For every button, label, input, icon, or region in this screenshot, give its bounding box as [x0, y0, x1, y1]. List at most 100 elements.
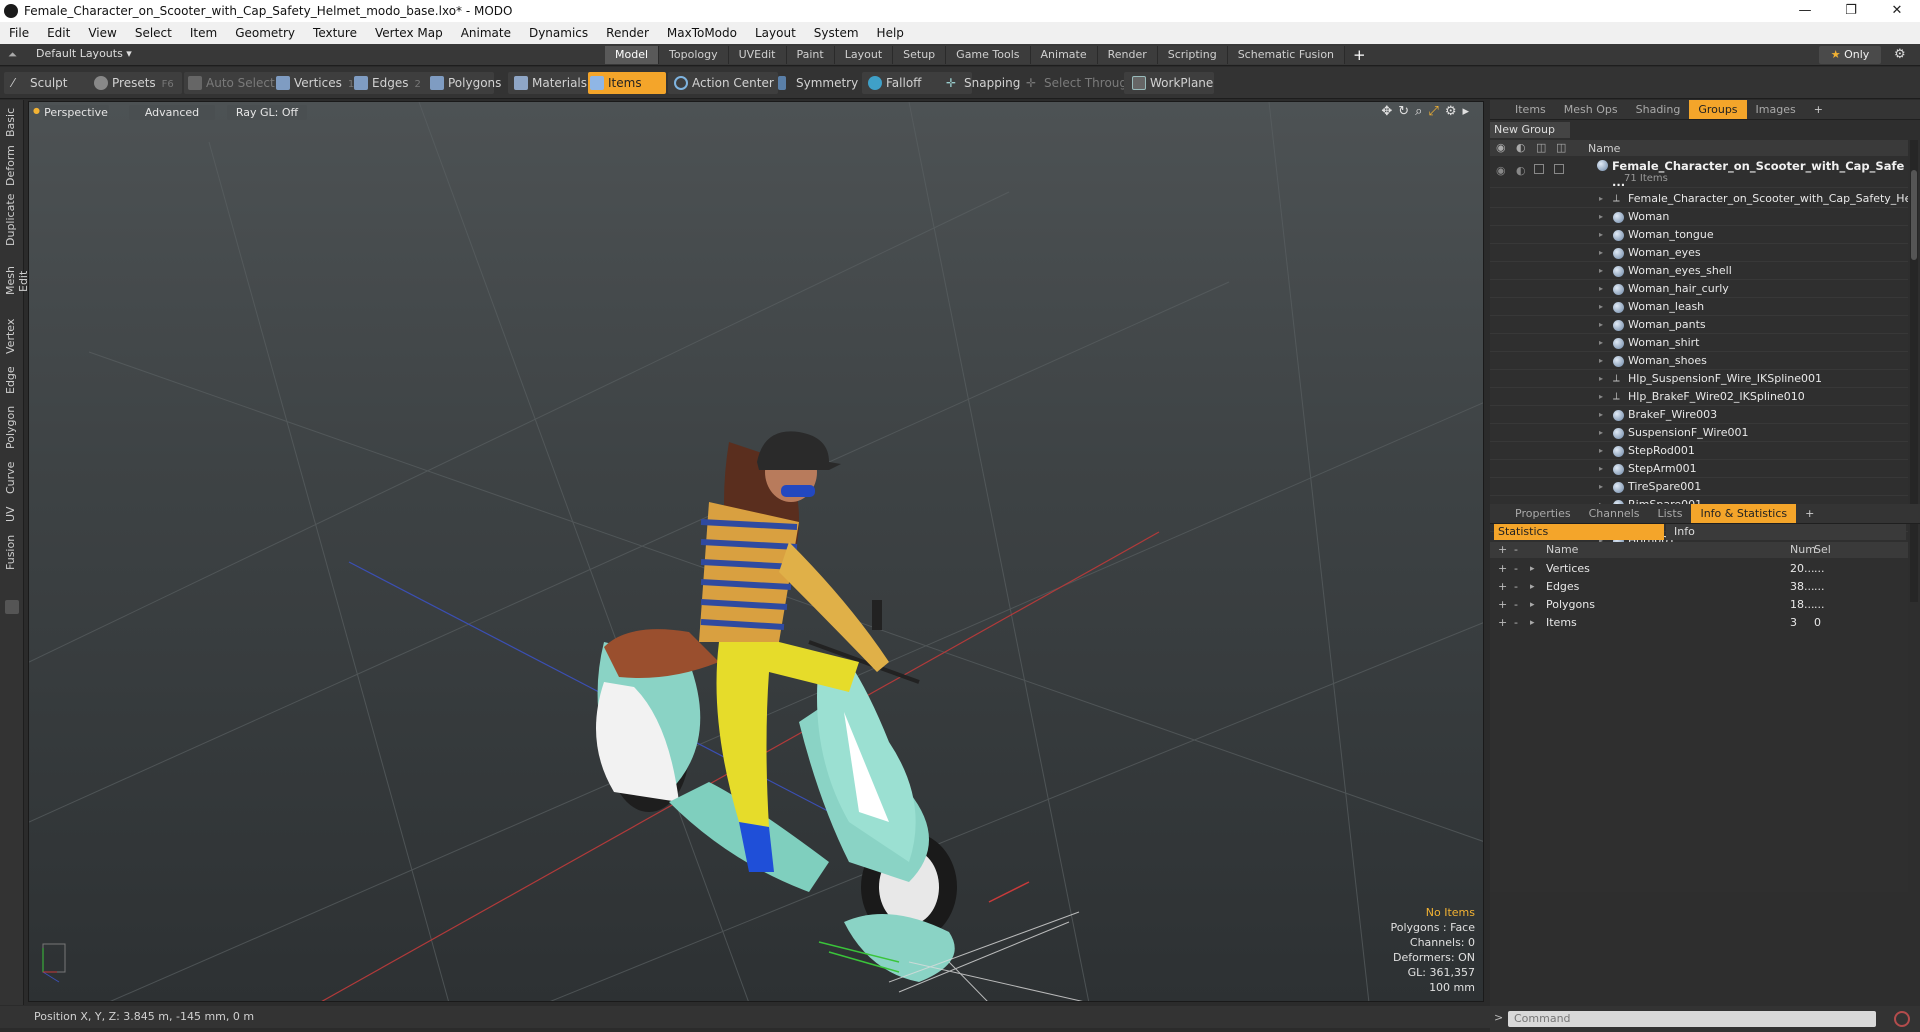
- group-item-row[interactable]: ▸ Woman_shirt: [1490, 334, 1908, 352]
- menu-select[interactable]: Select: [126, 26, 181, 40]
- group-item-row[interactable]: ▸ StepArm001: [1490, 460, 1908, 478]
- select-column-icon[interactable]: ◫: [1556, 141, 1566, 154]
- remove-stat-icon[interactable]: -: [1514, 560, 1518, 578]
- vtab-vertex[interactable]: Vertex: [4, 316, 20, 356]
- raygl-dropdown[interactable]: Ray GL: Off: [227, 105, 307, 120]
- tab-scripting[interactable]: Scripting: [1157, 46, 1228, 64]
- expand-stat-icon[interactable]: ▸: [1530, 614, 1535, 632]
- lock-column-icon[interactable]: ◫: [1536, 141, 1546, 154]
- expand-arrow-icon[interactable]: ▸: [1599, 316, 1603, 334]
- add-tab-icon[interactable]: +: [1345, 46, 1374, 64]
- tab-animate[interactable]: Animate: [1030, 46, 1098, 64]
- tab-shading[interactable]: Shading: [1627, 100, 1690, 119]
- close-button[interactable]: ✕: [1874, 0, 1920, 22]
- new-group-button[interactable]: New Group: [1490, 122, 1570, 138]
- pan-icon[interactable]: ✥: [1381, 104, 1392, 119]
- tab-properties[interactable]: Properties: [1506, 504, 1580, 523]
- expand-arrow-icon[interactable]: ▸: [1599, 226, 1603, 244]
- zoom-icon[interactable]: ⌕: [1415, 104, 1422, 119]
- presets-button[interactable]: Presets F6: [92, 72, 174, 94]
- groups-scrollbar[interactable]: [1910, 140, 1918, 602]
- group-item-row[interactable]: ▸ Woman_leash: [1490, 298, 1908, 316]
- add-bottom-tab-icon[interactable]: +: [1796, 504, 1823, 523]
- expand-arrow-icon[interactable]: ▸: [1599, 352, 1603, 370]
- expand-stat-icon[interactable]: ▸: [1530, 596, 1535, 614]
- symmetry-button[interactable]: Symmetry: [776, 72, 858, 94]
- statistics-row[interactable]: + - ▸ Edges 38......: [1490, 578, 1908, 596]
- layout-up-icon[interactable]: ⏶: [8, 48, 17, 62]
- group-select-icon[interactable]: [1554, 164, 1564, 174]
- group-item-row[interactable]: ▸ BrakeF_Wire003: [1490, 406, 1908, 424]
- group-lock-icon[interactable]: [1534, 164, 1544, 174]
- tab-game-tools[interactable]: Game Tools: [946, 46, 1031, 64]
- tab-info-statistics[interactable]: Info & Statistics: [1691, 504, 1797, 523]
- expand-arrow-icon[interactable]: ▸: [1599, 406, 1603, 424]
- tab-channels[interactable]: Channels: [1580, 504, 1649, 523]
- add-stat-icon[interactable]: +: [1498, 560, 1507, 578]
- 3d-viewport[interactable]: ● Perspective Advanced Ray GL: Off ✥ ↻ ⌕…: [28, 101, 1484, 1002]
- remove-stat-icon[interactable]: -: [1514, 596, 1518, 614]
- vtab-edge[interactable]: Edge: [4, 364, 20, 396]
- auto-select-button[interactable]: Auto Select: [186, 72, 275, 94]
- expand-arrow-icon[interactable]: ▸: [1599, 244, 1603, 262]
- expand-arrow-icon[interactable]: ▸: [1599, 478, 1603, 496]
- expand-stat-icon[interactable]: ▸: [1530, 560, 1535, 578]
- tab-setup[interactable]: Setup: [893, 46, 947, 64]
- vertices-button[interactable]: Vertices 1: [274, 72, 354, 94]
- maximize-button[interactable]: ❐: [1828, 0, 1874, 22]
- menu-dynamics[interactable]: Dynamics: [520, 26, 597, 40]
- tab-model[interactable]: Model: [605, 46, 660, 64]
- expand-arrow-icon[interactable]: ▸: [1599, 370, 1603, 388]
- statistics-row[interactable]: + - ▸ Items 3 0: [1490, 614, 1908, 632]
- remove-stat-icon[interactable]: -: [1514, 614, 1518, 632]
- viewport-menu-icon[interactable]: ●: [33, 106, 40, 115]
- group-row[interactable]: ◉ ◐ Female_Character_on_Scooter_with_Cap…: [1490, 158, 1908, 189]
- expand-arrow-icon[interactable]: ▸: [1599, 262, 1603, 280]
- rotate-icon[interactable]: ↻: [1398, 104, 1409, 119]
- menu-item[interactable]: Item: [181, 26, 226, 40]
- gear-icon[interactable]: ⚙: [1894, 47, 1906, 62]
- group-item-row[interactable]: ▸ Woman_tongue: [1490, 226, 1908, 244]
- name-column-header[interactable]: Name: [1588, 142, 1620, 155]
- edges-button[interactable]: Edges 2: [352, 72, 421, 94]
- vtab-basic[interactable]: Basic: [4, 106, 20, 138]
- action-center-button[interactable]: Action Center: [672, 72, 774, 94]
- expand-arrow-icon[interactable]: ▸: [1599, 424, 1603, 442]
- view-type-dropdown[interactable]: Perspective: [43, 105, 109, 120]
- command-record-icon[interactable]: [1894, 1011, 1910, 1027]
- menu-render[interactable]: Render: [597, 26, 658, 40]
- statistics-tab[interactable]: Statistics: [1494, 524, 1664, 540]
- expand-arrow-icon[interactable]: ▸: [1599, 190, 1603, 208]
- tab-mesh-ops[interactable]: Mesh Ops: [1555, 100, 1627, 119]
- vtab-duplicate[interactable]: Duplicate: [4, 194, 20, 246]
- left-panel-toggle[interactable]: [5, 600, 19, 614]
- tab-lists[interactable]: Lists: [1649, 504, 1692, 523]
- items-button[interactable]: Items: [588, 72, 666, 94]
- tab-render[interactable]: Render: [1097, 46, 1158, 64]
- statistics-row[interactable]: + - ▸ Vertices 20......: [1490, 560, 1908, 578]
- viewport-settings-icon[interactable]: ⚙: [1445, 104, 1457, 119]
- menu-help[interactable]: Help: [868, 26, 913, 40]
- menu-system[interactable]: System: [805, 26, 868, 40]
- group-item-row[interactable]: ▸ SuspensionF_Wire001: [1490, 424, 1908, 442]
- vtab-fusion[interactable]: Fusion: [4, 532, 20, 572]
- snapping-button[interactable]: ✛ Snapping: [944, 72, 1020, 94]
- minimize-button[interactable]: —: [1782, 0, 1828, 22]
- layout-dropdown[interactable]: Default Layouts ▾: [36, 47, 132, 60]
- workplane-button[interactable]: WorkPlane: [1130, 72, 1213, 94]
- menu-layout[interactable]: Layout: [746, 26, 805, 40]
- expand-stat-icon[interactable]: ▸: [1530, 578, 1535, 596]
- menu-file[interactable]: File: [0, 26, 38, 40]
- group-item-row[interactable]: ▸ Woman_eyes: [1490, 244, 1908, 262]
- viewport-expand-icon[interactable]: ▸: [1462, 104, 1469, 119]
- vtab-mesh-edit[interactable]: Mesh Edit: [4, 256, 30, 306]
- menu-edit[interactable]: Edit: [38, 26, 79, 40]
- expand-arrow-icon[interactable]: ▸: [1599, 388, 1603, 406]
- vtab-polygon[interactable]: Polygon: [4, 404, 20, 450]
- group-visibility-icon[interactable]: ◉: [1496, 162, 1506, 180]
- vtab-curve[interactable]: Curve: [4, 460, 20, 496]
- menu-maxtomodo[interactable]: MaxToModo: [658, 26, 746, 40]
- falloff-button[interactable]: Falloff: [866, 72, 921, 94]
- expand-arrow-icon[interactable]: ▸: [1599, 334, 1603, 352]
- tab-uvedit[interactable]: UVEdit: [728, 46, 787, 64]
